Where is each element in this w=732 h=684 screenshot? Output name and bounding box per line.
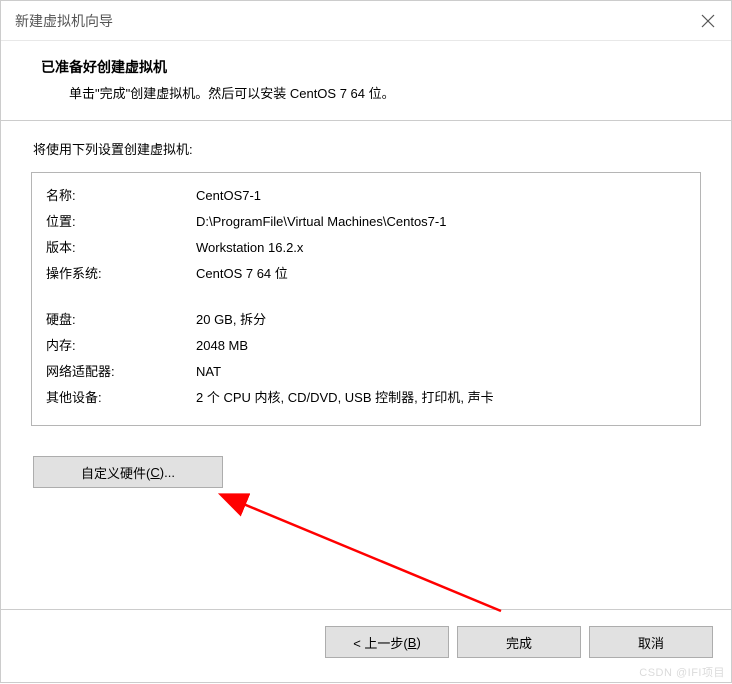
- header-section: 已准备好创建虚拟机 单击"完成"创建虚拟机。然后可以安装 CentOS 7 64…: [1, 41, 731, 121]
- setting-value: Workstation 16.2.x: [196, 235, 686, 261]
- header-title: 已准备好创建虚拟机: [41, 57, 701, 77]
- settings-box: 名称: CentOS7-1 位置: D:\ProgramFile\Virtual…: [31, 172, 701, 426]
- button-suffix: ): [416, 635, 420, 650]
- header-subtitle: 单击"完成"创建虚拟机。然后可以安装 CentOS 7 64 位。: [41, 83, 701, 102]
- setting-row-os: 操作系统: CentOS 7 64 位: [46, 261, 686, 287]
- settings-intro: 将使用下列设置创建虚拟机:: [31, 139, 701, 158]
- watermark: CSDN @IFI项目: [639, 664, 725, 680]
- spacer: [46, 287, 686, 307]
- button-prefix: < 上一步(: [353, 633, 408, 652]
- setting-label: 其他设备:: [46, 385, 196, 411]
- titlebar: 新建虚拟机向导: [1, 1, 731, 41]
- setting-label: 网络适配器:: [46, 359, 196, 385]
- back-button[interactable]: < 上一步(B): [325, 626, 449, 658]
- window-title: 新建虚拟机向导: [15, 11, 113, 31]
- setting-value: CentOS 7 64 位: [196, 261, 686, 287]
- setting-value: CentOS7-1: [196, 183, 686, 209]
- setting-row-memory: 内存: 2048 MB: [46, 333, 686, 359]
- setting-label: 操作系统:: [46, 261, 196, 287]
- setting-row-version: 版本: Workstation 16.2.x: [46, 235, 686, 261]
- setting-value: NAT: [196, 359, 686, 385]
- setting-row-location: 位置: D:\ProgramFile\Virtual Machines\Cent…: [46, 209, 686, 235]
- setting-value: D:\ProgramFile\Virtual Machines\Centos7-…: [196, 209, 686, 235]
- setting-label: 名称:: [46, 183, 196, 209]
- setting-label: 硬盘:: [46, 307, 196, 333]
- button-prefix: 自定义硬件(: [81, 463, 150, 482]
- setting-label: 内存:: [46, 333, 196, 359]
- setting-value: 2048 MB: [196, 333, 686, 359]
- button-key: B: [408, 635, 417, 650]
- button-suffix: )...: [160, 465, 175, 480]
- setting-label: 位置:: [46, 209, 196, 235]
- finish-button[interactable]: 完成: [457, 626, 581, 658]
- wizard-window: 新建虚拟机向导 已准备好创建虚拟机 单击"完成"创建虚拟机。然后可以安装 Cen…: [0, 0, 732, 683]
- cancel-button[interactable]: 取消: [589, 626, 713, 658]
- setting-row-disk: 硬盘: 20 GB, 拆分: [46, 307, 686, 333]
- setting-value: 2 个 CPU 内核, CD/DVD, USB 控制器, 打印机, 声卡: [196, 385, 686, 411]
- setting-row-name: 名称: CentOS7-1: [46, 183, 686, 209]
- footer: < 上一步(B) 完成 取消: [1, 609, 731, 682]
- body-section: 将使用下列设置创建虚拟机: 名称: CentOS7-1 位置: D:\Progr…: [1, 121, 731, 609]
- setting-row-other: 其他设备: 2 个 CPU 内核, CD/DVD, USB 控制器, 打印机, …: [46, 385, 686, 411]
- setting-row-network: 网络适配器: NAT: [46, 359, 686, 385]
- button-key: C: [150, 465, 159, 480]
- setting-label: 版本:: [46, 235, 196, 261]
- close-icon[interactable]: [699, 12, 717, 30]
- setting-value: 20 GB, 拆分: [196, 307, 686, 333]
- customize-hardware-button[interactable]: 自定义硬件(C)...: [33, 456, 223, 488]
